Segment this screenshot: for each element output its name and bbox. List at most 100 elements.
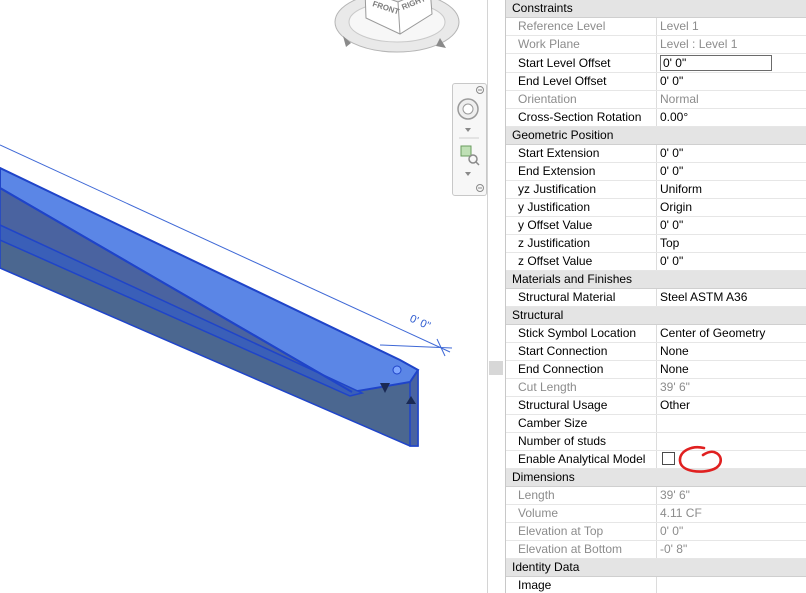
property-value[interactable]: None: [656, 342, 806, 361]
property-row[interactable]: Structural Usage Other: [506, 396, 806, 415]
property-value[interactable]: 0' 0": [656, 144, 806, 163]
property-value[interactable]: 0' 0": [656, 162, 806, 181]
property-value: 4.11 CF: [656, 504, 806, 523]
section-header[interactable]: Identity Data: [506, 558, 806, 577]
property-row[interactable]: Stick Symbol Location Center of Geometry: [506, 324, 806, 343]
zoom-region-icon[interactable]: [460, 145, 480, 166]
property-value[interactable]: [656, 576, 806, 593]
angle-beam[interactable]: [0, 166, 420, 447]
property-row[interactable]: Elevation at Bottom -0' 8": [506, 540, 806, 559]
property-row[interactable]: Orientation Normal: [506, 90, 806, 109]
property-value[interactable]: 0' 0": [656, 216, 806, 235]
property-value: 39' 6": [656, 486, 806, 505]
property-name: Number of studs: [506, 432, 657, 451]
navbar-close-icon[interactable]: [476, 86, 484, 94]
property-name: Cut Length: [506, 378, 657, 397]
property-row[interactable]: Start Level Offset 0' 0": [506, 53, 806, 73]
navigation-bar[interactable]: [452, 83, 487, 196]
property-value[interactable]: [656, 432, 806, 451]
property-row[interactable]: Length 39' 6": [506, 486, 806, 505]
property-name: Volume: [506, 504, 657, 523]
property-row[interactable]: Number of studs: [506, 432, 806, 451]
property-value[interactable]: 0.00°: [656, 108, 806, 127]
property-name: Structural Usage: [506, 396, 657, 415]
property-name: z Offset Value: [506, 252, 657, 271]
navbar-options-icon[interactable]: [476, 184, 484, 192]
property-name: End Connection: [506, 360, 657, 379]
property-value: -0' 8": [656, 540, 806, 559]
property-row[interactable]: z Justification Top: [506, 234, 806, 253]
property-value[interactable]: 0' 0": [656, 53, 806, 73]
property-row[interactable]: Image: [506, 576, 806, 593]
section-title[interactable]: Structural: [506, 306, 806, 325]
property-name: Elevation at Top: [506, 522, 657, 541]
section-title[interactable]: Constraints: [506, 0, 806, 18]
property-row[interactable]: Volume 4.11 CF: [506, 504, 806, 523]
property-row[interactable]: End Connection None: [506, 360, 806, 379]
zoom-dropdown-icon[interactable]: [465, 172, 471, 176]
property-name: Work Plane: [506, 35, 657, 54]
property-row[interactable]: Start Extension 0' 0": [506, 144, 806, 163]
properties-palette: Constraints Reference Level Level 1 Work Pl…: [505, 0, 806, 593]
property-value-editor[interactable]: 0' 0": [660, 55, 772, 71]
property-name: End Level Offset: [506, 72, 657, 91]
property-row[interactable]: End Level Offset 0' 0": [506, 72, 806, 91]
beam-scene[interactable]: FRONT RIGHT 0' 0": [0, 0, 487, 593]
property-value[interactable]: Origin: [656, 198, 806, 217]
property-name: y Offset Value: [506, 216, 657, 235]
property-row[interactable]: z Offset Value 0' 0": [506, 252, 806, 271]
section-header[interactable]: Structural: [506, 306, 806, 325]
property-checkbox-cell[interactable]: [656, 450, 806, 469]
steering-wheel-icon[interactable]: [457, 98, 479, 120]
property-value[interactable]: Top: [656, 234, 806, 253]
3d-viewport[interactable]: FRONT RIGHT 0' 0": [0, 0, 487, 593]
property-name: Camber Size: [506, 414, 657, 433]
property-value[interactable]: 0' 0": [656, 72, 806, 91]
property-row[interactable]: Work Plane Level : Level 1: [506, 35, 806, 54]
section-header[interactable]: Constraints: [506, 0, 806, 18]
property-row[interactable]: Reference Level Level 1: [506, 17, 806, 36]
property-name: Enable Analytical Model: [506, 450, 657, 469]
property-name: Cross-Section Rotation: [506, 108, 657, 127]
property-value[interactable]: Center of Geometry: [656, 324, 806, 343]
property-value: 39' 6": [656, 378, 806, 397]
property-name: y Justification: [506, 198, 657, 217]
property-row[interactable]: yz Justification Uniform: [506, 180, 806, 199]
section-title[interactable]: Materials and Finishes: [506, 270, 806, 289]
property-value[interactable]: [656, 414, 806, 433]
viewcube[interactable]: FRONT RIGHT: [334, 0, 460, 53]
property-value[interactable]: Uniform: [656, 180, 806, 199]
property-value[interactable]: 0' 0": [656, 252, 806, 271]
steering-wheel-dropdown-icon[interactable]: [465, 128, 471, 132]
property-value[interactable]: Steel ASTM A36: [656, 288, 806, 307]
property-row[interactable]: Elevation at Top 0' 0": [506, 522, 806, 541]
property-row[interactable]: y Justification Origin: [506, 198, 806, 217]
section-header[interactable]: Dimensions: [506, 468, 806, 487]
section-title[interactable]: Identity Data: [506, 558, 806, 577]
property-value[interactable]: Other: [656, 396, 806, 415]
property-name: Length: [506, 486, 657, 505]
property-row[interactable]: Enable Analytical Model: [506, 450, 806, 469]
property-value[interactable]: None: [656, 360, 806, 379]
property-value: 0' 0": [656, 522, 806, 541]
property-row[interactable]: Camber Size: [506, 414, 806, 433]
property-row[interactable]: Cut Length 39' 6": [506, 378, 806, 397]
section-title[interactable]: Dimensions: [506, 468, 806, 487]
property-name: Structural Material: [506, 288, 657, 307]
enable-analytical-model-checkbox[interactable]: [662, 452, 675, 466]
property-row[interactable]: Start Connection None: [506, 342, 806, 361]
property-name: z Justification: [506, 234, 657, 253]
property-name: Elevation at Bottom: [506, 540, 657, 559]
property-row[interactable]: Structural Material Steel ASTM A36: [506, 288, 806, 307]
splitter-grip[interactable]: [489, 361, 503, 375]
property-name: Start Connection: [506, 342, 657, 361]
dimension-value-label[interactable]: 0' 0": [408, 313, 432, 333]
properties-table: Constraints Reference Level Level 1 Work Pl…: [506, 0, 806, 593]
section-header[interactable]: Materials and Finishes: [506, 270, 806, 289]
section-header[interactable]: Geometric Position: [506, 126, 806, 145]
property-row[interactable]: y Offset Value 0' 0": [506, 216, 806, 235]
property-row[interactable]: Cross-Section Rotation 0.00°: [506, 108, 806, 127]
section-title[interactable]: Geometric Position: [506, 126, 806, 145]
panel-splitter[interactable]: [487, 0, 506, 593]
property-row[interactable]: End Extension 0' 0": [506, 162, 806, 181]
